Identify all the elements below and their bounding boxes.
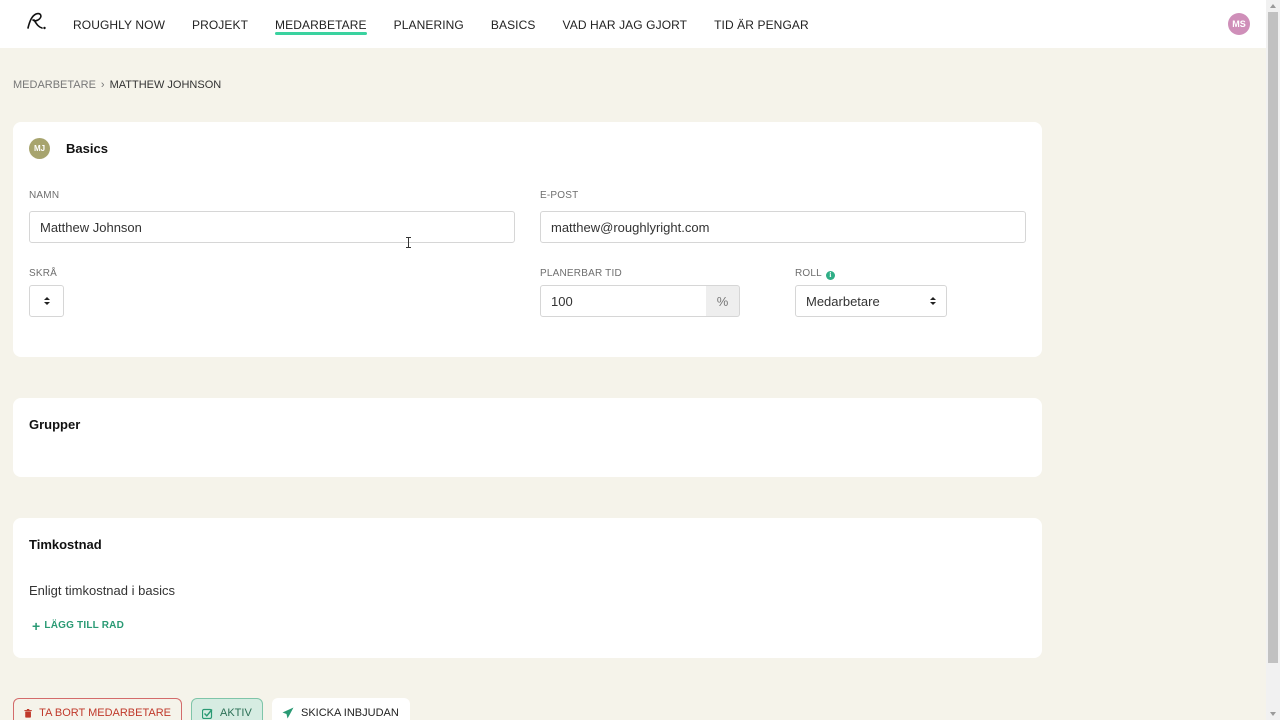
basics-title: Basics [66, 141, 108, 156]
nav-item-tid-ar-pengar[interactable]: TID ÄR PENGAR [714, 0, 809, 48]
scroll-thumb[interactable] [1268, 12, 1278, 663]
percent-addon: % [706, 285, 740, 317]
add-row-button[interactable]: + LÄGG TILL RAD [32, 617, 125, 634]
top-navbar: ROUGHLY NOW PROJEKT MEDARBETARE PLANERIN… [0, 0, 1266, 48]
breadcrumb: MEDARBETARE › MATTHEW JOHNSON [13, 79, 221, 91]
breadcrumb-parent[interactable]: MEDARBETARE [13, 79, 96, 91]
delete-employee-label: TA BORT MEDARBETARE [39, 707, 171, 719]
trash-icon [24, 708, 32, 718]
select-arrows-icon [44, 297, 50, 306]
email-label: E-POST [540, 190, 579, 201]
send-invite-button[interactable]: SKICKA INBJUDAN [272, 698, 410, 720]
plus-icon: + [32, 617, 41, 634]
nav-item-medarbetare[interactable]: MEDARBETARE [275, 0, 367, 48]
user-avatar[interactable]: MS [1228, 13, 1250, 35]
planerbar-tid-input[interactable] [540, 285, 707, 317]
main-nav: ROUGHLY NOW PROJEKT MEDARBETARE PLANERIN… [73, 0, 836, 48]
email-input[interactable] [540, 211, 1026, 243]
breadcrumb-separator: › [100, 79, 105, 91]
nav-item-planering[interactable]: PLANERING [394, 0, 464, 48]
hourly-cost-title: Timkostnad [29, 537, 102, 552]
nav-item-basics[interactable]: BASICS [491, 0, 536, 48]
hourly-cost-description: Enligt timkostnad i basics [29, 583, 175, 598]
groups-title: Grupper [29, 417, 81, 432]
roll-select-value: Medarbetare [806, 294, 880, 309]
select-arrows-icon [930, 297, 936, 306]
scroll-down-arrow-icon[interactable] [1270, 712, 1276, 716]
text-cursor-icon [406, 237, 411, 248]
active-toggle-button[interactable]: AKTIV [191, 698, 263, 720]
nav-item-projekt[interactable]: PROJEKT [192, 0, 248, 48]
roll-label: ROLL i [795, 268, 835, 280]
scroll-up-arrow-icon[interactable] [1270, 4, 1276, 8]
send-invite-label: SKICKA INBJUDAN [301, 707, 399, 719]
hourly-cost-card: Timkostnad Enligt timkostnad i basics + L… [13, 518, 1042, 658]
page-scrollbar[interactable] [1266, 0, 1280, 720]
skra-label: SKRÅ [29, 268, 58, 279]
name-input[interactable] [29, 211, 515, 243]
active-label: AKTIV [220, 707, 252, 719]
planerbar-tid-label: PLANERBAR TID [540, 268, 622, 279]
name-label: NAMN [29, 190, 60, 201]
roll-label-text: ROLL [795, 268, 822, 279]
paper-plane-icon [282, 707, 294, 719]
nav-item-vad-har-jag-gjort[interactable]: VAD HAR JAG GJORT [563, 0, 688, 48]
checkbox-checked-icon [202, 708, 213, 719]
nav-item-roughly-now[interactable]: ROUGHLY NOW [73, 0, 165, 48]
roll-select[interactable]: Medarbetare [795, 285, 947, 317]
basics-card: MJ Basics NAMN E-POST SKRÅ PLANERBAR TID… [13, 122, 1042, 357]
breadcrumb-current: MATTHEW JOHNSON [109, 79, 222, 91]
delete-employee-button[interactable]: TA BORT MEDARBETARE [13, 698, 182, 720]
info-icon[interactable]: i [825, 271, 835, 280]
employee-avatar: MJ [29, 138, 50, 159]
groups-card: Grupper [13, 398, 1042, 477]
add-row-label: LÄGG TILL RAD [44, 620, 125, 631]
skra-select[interactable] [29, 285, 64, 317]
logo-icon[interactable] [24, 10, 48, 34]
